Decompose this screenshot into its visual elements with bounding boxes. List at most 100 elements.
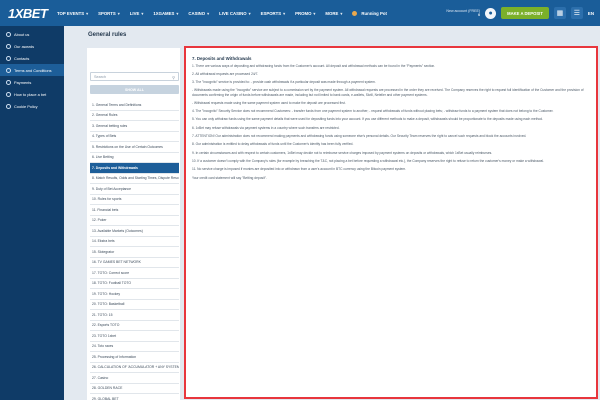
sidebar-item-cookie-policy[interactable]: Cookie Policy (0, 100, 64, 112)
nav-label: PROMO (295, 10, 312, 16)
sidebar-item-our-awards[interactable]: Our awards (0, 40, 64, 52)
rule-list-item[interactable]: 6. Live Betting (90, 153, 179, 163)
nav-item-live[interactable]: LIVE ▾ (125, 11, 149, 16)
sidebar-item-label: Payments (14, 79, 32, 85)
rule-list-item[interactable]: 25. Processing of Information (90, 352, 179, 363)
user-icon[interactable]: ● (485, 7, 497, 19)
rule-list-item[interactable]: 9. Duty of Bet Acceptance (90, 184, 179, 195)
search-placeholder: Search (94, 74, 107, 79)
chevron-down-icon: ▾ (141, 10, 144, 16)
sidebar-item-label: Terms and Conditions (14, 67, 52, 73)
info-icon (6, 31, 11, 37)
sidebar-item-payments[interactable]: Payments (0, 76, 64, 88)
article-paragraph: 11. No service charge is imposed if moni… (192, 167, 407, 172)
sidebar-item-contacts[interactable]: Contacts (0, 52, 64, 64)
article-paragraph: 8. Our administration is entitled to del… (192, 142, 354, 147)
search-icon[interactable]: ⚲ (172, 75, 175, 80)
account-info[interactable]: New account (FREE) 0 (446, 9, 480, 18)
logo-suffix: BET (22, 5, 48, 21)
running-pot-label: Running Pot (361, 10, 387, 16)
rule-list-item[interactable]: 14. Ekstra bets (90, 237, 179, 247)
sidebar-item-label: How to place a bet (14, 91, 47, 97)
article-title: 7. Deposits and Withdrawals (192, 56, 252, 61)
rule-list-item[interactable]: 5. Restrictions on the Use of Certain Ou… (90, 142, 179, 153)
rule-article: 7. Deposits and Withdrawals 1. There are… (184, 46, 598, 399)
nav-label: CASINO (188, 10, 206, 16)
nav-item-1xgames[interactable]: 1XGAMES ▾ (148, 11, 183, 16)
rule-list-item[interactable]: 26. CALCULATION OF 'ACCUMULATOR + ANY SY… (90, 363, 179, 373)
running-pot-link[interactable]: Running Pot (347, 10, 392, 16)
menu-icon[interactable]: ☰ (570, 7, 583, 19)
chevron-down-icon: ▾ (313, 10, 316, 16)
rule-list-item[interactable]: 15. Slotegrator (90, 247, 179, 258)
article-paragraph: 1. There are various ways of depositing … (192, 63, 436, 68)
payments-icon (6, 79, 11, 85)
language-selector[interactable]: EN (588, 11, 594, 16)
rule-list-item[interactable]: 2. General Rules (90, 111, 179, 121)
rule-list-item[interactable]: 23. TOTO 1xbet (90, 331, 179, 342)
rule-list-item[interactable]: 12. Poker (90, 216, 179, 226)
rule-list-item[interactable]: 21. TOTO: 15 (90, 310, 179, 321)
nav-item-more[interactable]: MORE ▾ (320, 11, 347, 16)
make-deposit-button[interactable]: MAKE A DEPOSIT (501, 7, 549, 19)
rule-list-item[interactable]: 7. Deposits and Withdrawals (90, 163, 179, 174)
nav-item-live-casino[interactable]: LIVE CASINO ▾ (214, 11, 255, 16)
rule-list-item[interactable]: 13. Available Markets (Outcomes) (90, 226, 179, 237)
article-paragraph: 7. ATTENTION! Our administration does no… (192, 134, 527, 139)
search-input[interactable]: Search ⚲ (90, 72, 179, 81)
nav-label: LIVE CASINO (219, 10, 247, 16)
sidebar-item-terms-and-conditions[interactable]: Terms and Conditions (0, 64, 64, 76)
article-paragraph: 5. You can only withdraw funds using the… (192, 117, 543, 122)
rule-list-item[interactable]: 3. General betting rules (90, 121, 179, 132)
sidebar-item-label: About us (14, 31, 30, 37)
chevron-down-icon: ▾ (248, 10, 251, 16)
rule-list-item[interactable]: 4. Types of Bets (90, 132, 179, 142)
rule-list-item[interactable]: 22. Esports TOTO (90, 321, 179, 331)
rule-list-item[interactable]: 1. General Terms and Definitions (90, 100, 179, 111)
sidebar-item-about-us[interactable]: About us (0, 28, 64, 40)
logo[interactable]: 1XBET (0, 6, 52, 21)
rule-list-item[interactable]: 20. TOTO: Basketball (90, 300, 179, 310)
rules-panel: Search ⚲ SHOW ALL 1. General Terms and D… (87, 48, 180, 400)
nav-label: 1XGAMES (153, 10, 175, 16)
top-bar: 1XBET TOP EVENTS ▾ SPORTS ▾ LIVE ▾ 1XGAMES ▾ CAS… (0, 0, 600, 26)
nav-item-promo[interactable]: PROMO ▾ (290, 11, 320, 16)
rule-list-item[interactable]: 28. GOLDEN RACE (90, 384, 179, 394)
nav-item-esports[interactable]: ESPORTS ▾ (256, 11, 291, 16)
content-area: General rules Search ⚲ SHOW ALL 1. Gener… (64, 26, 600, 400)
nav-label: LIVE (129, 10, 140, 16)
sidebar-item-how-to-place-a-bet[interactable]: How to place a bet (0, 88, 64, 100)
article-paragraph: 2. All withdrawal requests are processed… (192, 71, 259, 76)
rule-list-item[interactable]: 18. TOTO: Football TOTO (90, 279, 179, 289)
cookie-icon (6, 103, 11, 109)
contacts-icon (6, 55, 11, 61)
article-paragraph: 4. The "Incognito" Security Service does… (192, 109, 554, 114)
chevron-down-icon: ▾ (340, 10, 343, 16)
nav-label: MORE (325, 10, 339, 16)
nav-item-casino[interactable]: CASINO ▾ (183, 11, 214, 16)
rule-list-item[interactable]: 27. Casino (90, 373, 179, 384)
sidebar-item-label: Our awards (14, 43, 35, 49)
rule-list-item[interactable]: 11. Financial bets (90, 205, 179, 216)
nav-item-top-events[interactable]: TOP EVENTS ▾ (52, 11, 93, 16)
show-all-button[interactable]: SHOW ALL (90, 85, 179, 94)
sidebar-item-label: Contacts (14, 55, 30, 61)
account-label: New account (FREE) (446, 8, 481, 13)
rule-list-item[interactable]: 19. TOTO: Hockey (90, 289, 179, 300)
rule-list-item[interactable]: 24. Toto races (90, 342, 179, 352)
sidebar-item-label: Cookie Policy (14, 103, 38, 109)
gift-icon[interactable]: ▦ (553, 7, 566, 19)
nav-label: ESPORTS (260, 10, 282, 16)
rules-list: 1. General Terms and Definitions 2. Gener… (90, 100, 179, 400)
nav-item-sports[interactable]: SPORTS ▾ (93, 11, 125, 16)
chevron-down-icon: ▾ (207, 10, 210, 16)
sidebar: About us Our awards Contacts Terms and Cond… (0, 26, 64, 400)
rule-list-item[interactable]: 29. GLOBAL BET (90, 394, 179, 400)
chevron-down-icon: ▾ (176, 10, 179, 16)
rule-list-item[interactable]: 16. TV GAMES BET NETWORK (90, 258, 179, 268)
rule-list-item[interactable]: 8. Match Results, Odds and Starting Time… (90, 174, 179, 184)
nav-label: TOP EVENTS (57, 10, 85, 16)
rule-list-item[interactable]: 10. Rules for sports (90, 195, 179, 205)
rule-list-item[interactable]: 17. TOTO: Correct score (90, 268, 179, 279)
main-nav: TOP EVENTS ▾ SPORTS ▾ LIVE ▾ 1XGAMES ▾ CASINO ▾ LI… (52, 0, 392, 26)
